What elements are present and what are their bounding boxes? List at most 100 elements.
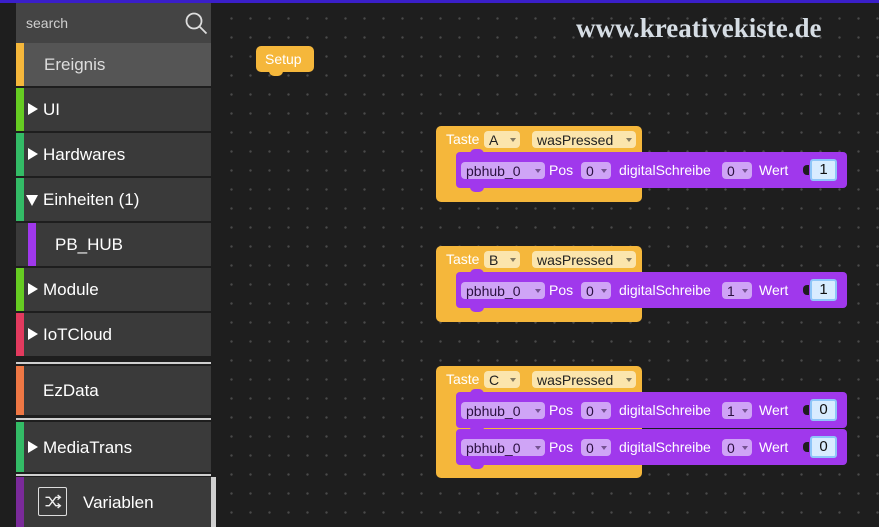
search-input[interactable] — [16, 3, 176, 43]
action-label: digitalSchreibe — [619, 439, 711, 455]
category-ezdata[interactable]: EzData — [16, 366, 211, 415]
pbhub-digital-write-block[interactable]: pbhub_0 Pos 0 digitalSchreibe 0 Wert 0 — [456, 426, 847, 469]
pbhub-digital-write-block[interactable]: pbhub_0 Pos 0 digitalSchreibe 1 Wert 0 — [456, 389, 847, 432]
setup-block[interactable]: Setup — [256, 46, 314, 76]
action-label: digitalSchreibe — [619, 282, 711, 298]
pin-dropdown[interactable]: 0 — [722, 162, 752, 179]
category-color-bar — [16, 43, 24, 86]
expand-triangle-icon[interactable] — [28, 283, 38, 295]
category-module[interactable]: Module — [16, 268, 211, 311]
input-socket — [803, 285, 809, 295]
category-mediatrans[interactable]: MediaTrans — [16, 422, 211, 472]
category-einheiten[interactable]: Einheiten (1) — [16, 178, 211, 221]
value-label: Wert — [759, 162, 789, 178]
category-color-bar — [28, 223, 36, 266]
collapse-triangle-icon[interactable] — [26, 195, 38, 206]
category-label: PB_HUB — [55, 235, 124, 254]
device-dropdown[interactable]: pbhub_0 — [461, 282, 545, 299]
dropdown-arrow-icon — [535, 169, 541, 173]
pos-value: 0 — [586, 403, 594, 419]
expand-triangle-icon[interactable] — [28, 103, 38, 115]
pos-label: Pos — [549, 402, 574, 418]
pos-value: 0 — [586, 163, 594, 179]
dropdown-arrow-icon — [510, 258, 516, 262]
dropdown-arrow-icon — [601, 169, 607, 173]
category-label: EzData — [43, 381, 99, 400]
device-dropdown[interactable]: pbhub_0 — [461, 439, 545, 456]
expand-triangle-icon[interactable] — [28, 328, 38, 340]
dropdown-arrow-icon — [510, 138, 516, 142]
value-input[interactable]: 0 — [810, 399, 837, 421]
input-socket — [803, 165, 809, 175]
input-socket — [803, 442, 809, 452]
dropdown-arrow-icon — [535, 409, 541, 413]
event-label: Taste — [446, 371, 480, 387]
expand-triangle-icon[interactable] — [28, 148, 38, 160]
search-box[interactable] — [16, 3, 211, 43]
device-dropdown[interactable]: pbhub_0 — [461, 162, 545, 179]
device-value: pbhub_0 — [466, 163, 521, 179]
dropdown-arrow-icon — [535, 446, 541, 450]
dropdown-arrow-icon — [601, 446, 607, 450]
pin-value: 0 — [727, 440, 735, 456]
value-input[interactable]: 0 — [810, 436, 837, 458]
expand-triangle-icon[interactable] — [28, 441, 38, 453]
dropdown-arrow-icon — [510, 378, 516, 382]
pos-label: Pos — [549, 439, 574, 455]
event-header: Taste C wasPressed — [436, 366, 642, 390]
dropdown-arrow-icon — [601, 289, 607, 293]
category-label: Variablen — [83, 493, 154, 512]
button-dropdown[interactable]: B — [484, 251, 520, 268]
event-type-value: wasPressed — [537, 132, 614, 148]
button-dropdown[interactable]: C — [484, 371, 520, 388]
pin-dropdown[interactable]: 0 — [722, 439, 752, 456]
category-ereignis[interactable]: Ereignis — [16, 43, 211, 86]
category-label: Module — [43, 280, 99, 299]
pin-dropdown[interactable]: 1 — [722, 282, 752, 299]
category-pb-hub[interactable]: PB_HUB — [16, 223, 211, 266]
button-value: B — [489, 252, 499, 268]
pos-dropdown[interactable]: 0 — [581, 439, 611, 456]
category-separator — [16, 418, 211, 420]
event-label: Taste — [446, 251, 480, 267]
pos-dropdown[interactable]: 0 — [581, 402, 611, 419]
category-ui[interactable]: UI — [16, 88, 211, 131]
pin-value: 1 — [727, 403, 735, 419]
value-input[interactable]: 1 — [810, 159, 837, 181]
event-type-dropdown[interactable]: wasPressed — [532, 131, 636, 148]
dropdown-arrow-icon — [626, 378, 632, 382]
category-hardwares[interactable]: Hardwares — [16, 133, 211, 176]
pos-value: 0 — [586, 283, 594, 299]
category-iotcloud[interactable]: IoTCloud — [16, 313, 211, 356]
pos-label: Pos — [549, 162, 574, 178]
category-color-bar — [16, 88, 24, 131]
device-dropdown[interactable]: pbhub_0 — [461, 402, 545, 419]
dropdown-arrow-icon — [742, 169, 748, 173]
event-label: Taste — [446, 131, 480, 147]
event-type-value: wasPressed — [537, 372, 614, 388]
category-color-bar — [16, 178, 24, 221]
category-color-bar — [16, 477, 24, 527]
category-variablen[interactable]: Variablen — [16, 477, 211, 527]
event-type-dropdown[interactable]: wasPressed — [532, 371, 636, 388]
pos-dropdown[interactable]: 0 — [581, 282, 611, 299]
search-icon[interactable] — [184, 11, 208, 35]
event-type-dropdown[interactable]: wasPressed — [532, 251, 636, 268]
category-color-bar — [16, 313, 24, 356]
event-header: Taste A wasPressed — [436, 126, 642, 150]
pos-dropdown[interactable]: 0 — [581, 162, 611, 179]
setup-label: Setup — [265, 51, 302, 67]
shuffle-icon — [38, 487, 67, 516]
device-value: pbhub_0 — [466, 403, 521, 419]
button-value: C — [489, 372, 500, 388]
action-label: digitalSchreibe — [619, 402, 711, 418]
value-label: Wert — [759, 439, 789, 455]
button-dropdown[interactable]: A — [484, 131, 520, 148]
value-input[interactable]: 1 — [810, 279, 837, 301]
pbhub-digital-write-block[interactable]: pbhub_0 Pos 0 digitalSchreibe 0 Wert 1 — [456, 149, 847, 192]
dropdown-arrow-icon — [535, 289, 541, 293]
pbhub-digital-write-block[interactable]: pbhub_0 Pos 0 digitalSchreibe 1 Wert 1 — [456, 269, 847, 312]
dropdown-arrow-icon — [742, 446, 748, 450]
dropdown-arrow-icon — [626, 258, 632, 262]
pin-dropdown[interactable]: 1 — [722, 402, 752, 419]
